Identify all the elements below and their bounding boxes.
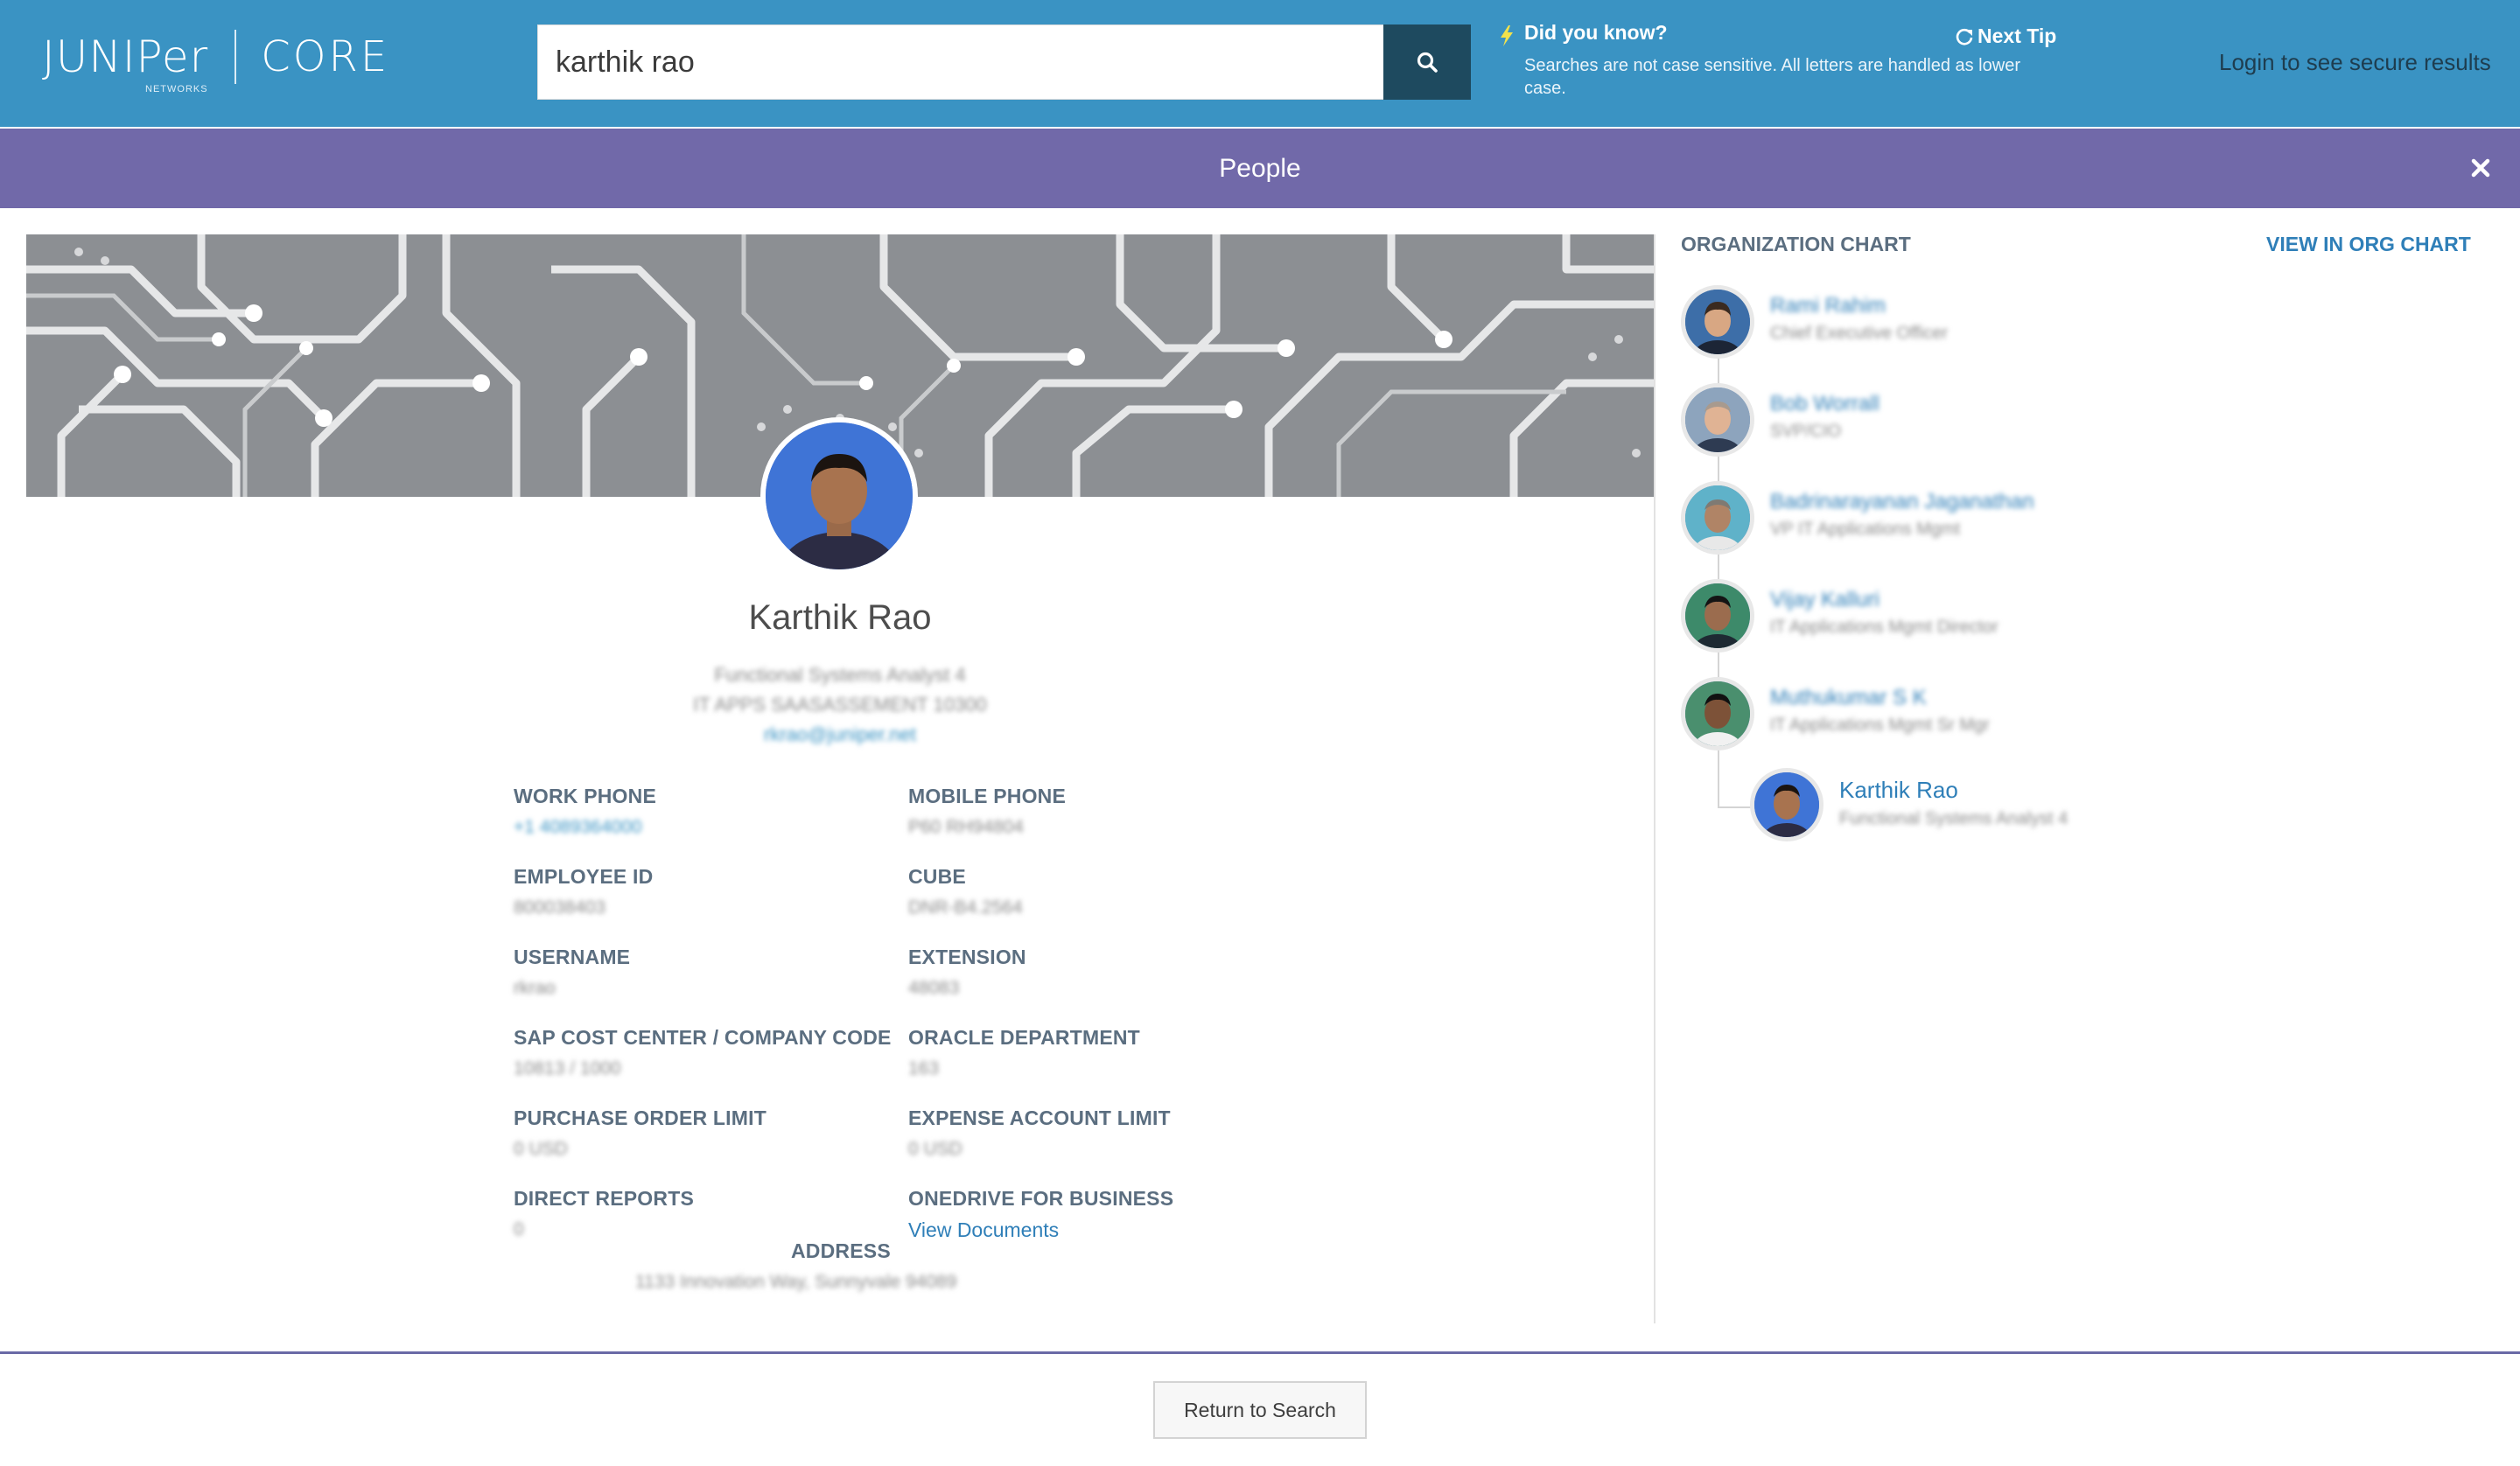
org-chart-person[interactable]: Vijay Kalluri IT Applications Mgmt Direc… bbox=[1681, 579, 1998, 653]
org-chart-person[interactable]: Bob Worrall SVP/CIO bbox=[1681, 383, 1880, 457]
address-value: 1133 Innovation Way, Sunnyvale 94089 bbox=[635, 1272, 957, 1292]
footer-divider bbox=[0, 1351, 2520, 1354]
avatar bbox=[1681, 285, 1754, 359]
search-icon bbox=[1417, 52, 1438, 73]
org-person-name[interactable]: Vijay Kalluri bbox=[1770, 588, 1998, 612]
org-chart-person[interactable]: Muthukumar S K IT Applications Mgmt Sr M… bbox=[1681, 677, 1990, 750]
direct-reports-label: DIRECT REPORTS bbox=[514, 1187, 694, 1210]
onedrive-label: ONEDRIVE FOR BUSINESS bbox=[908, 1187, 1174, 1210]
org-person-role: IT Applications Mgmt Sr Mgr bbox=[1770, 716, 1990, 735]
org-person-name[interactable]: Rami Rahim bbox=[1770, 294, 1948, 318]
search-input[interactable]: karthik rao bbox=[537, 24, 1384, 100]
extension-label: EXTENSION bbox=[908, 946, 1026, 968]
direct-reports-value: 0 bbox=[514, 1219, 524, 1239]
close-icon[interactable] bbox=[2468, 155, 2494, 181]
org-person-name[interactable]: Bob Worrall bbox=[1770, 392, 1880, 416]
sap-cost-center-label: SAP COST CENTER / COMPANY CODE bbox=[514, 1026, 892, 1049]
profile-name: Karthik Rao bbox=[748, 598, 932, 637]
job-title: Functional Systems Analyst 4 bbox=[714, 664, 966, 686]
cube-value: DNR-B4.2564 bbox=[908, 897, 1023, 918]
logo-divider bbox=[234, 30, 237, 84]
mobile-phone-value: P60 RH94804 bbox=[908, 817, 1024, 837]
po-limit-value: 0 USD bbox=[514, 1139, 568, 1159]
username-value: rkrao bbox=[514, 978, 556, 998]
next-tip-button[interactable]: Next Tip bbox=[1955, 24, 2056, 48]
profile-avatar bbox=[760, 417, 918, 575]
next-tip-label: Next Tip bbox=[1978, 24, 2057, 47]
core-logo-text: CORE bbox=[261, 32, 390, 81]
employee-id-label: EMPLOYEE ID bbox=[514, 865, 654, 888]
department: IT APPS SAASASSEMENT 10300 bbox=[693, 694, 987, 716]
address-label: ADDRESS bbox=[791, 1239, 891, 1262]
mobile-phone-label: MOBILE PHONE bbox=[908, 785, 1067, 807]
people-panel-header: People bbox=[0, 129, 2520, 208]
top-header: JUNIPer NETWORKS CORE karthik rao Did yo… bbox=[0, 0, 2520, 127]
org-person-role: VP IT Applications Mgmt bbox=[1770, 520, 1961, 539]
work-phone-value[interactable]: +1 4089364000 bbox=[514, 817, 642, 838]
expense-limit-label: EXPENSE ACCOUNT LIMIT bbox=[908, 1106, 1171, 1129]
tip-title: Did you know? bbox=[1524, 21, 1668, 44]
return-to-search-button[interactable]: Return to Search bbox=[1153, 1381, 1367, 1439]
work-phone-label: WORK PHONE bbox=[514, 785, 656, 807]
username-label: USERNAME bbox=[514, 946, 631, 968]
cube-label: CUBE bbox=[908, 865, 966, 888]
org-chart-title: ORGANIZATION CHART bbox=[1681, 233, 1911, 255]
org-chart-person[interactable]: Badrinarayanan Jaganathan VP IT Applicat… bbox=[1681, 481, 2034, 555]
view-in-org-chart-link[interactable]: VIEW IN ORG CHART bbox=[2266, 233, 2471, 256]
org-person-name[interactable]: Muthukumar S K bbox=[1770, 686, 1990, 710]
view-documents-link[interactable]: View Documents bbox=[908, 1218, 1059, 1242]
juniper-core-logo[interactable]: JUNIPer NETWORKS CORE bbox=[42, 26, 390, 94]
tip-text: Searches are not case sensitive. All let… bbox=[1524, 56, 2020, 98]
refresh-icon bbox=[1956, 28, 1973, 45]
search-button[interactable] bbox=[1383, 24, 1471, 100]
org-person-role: SVP/CIO bbox=[1770, 422, 1842, 441]
panel-title: People bbox=[1219, 153, 1301, 183]
juniper-logo-text: JUNIPer bbox=[42, 31, 209, 82]
expense-limit-value: 0 USD bbox=[908, 1139, 962, 1159]
email-link[interactable]: rkrao@juniper.net bbox=[0, 720, 1680, 750]
org-person-role: Functional Systems Analyst 4 bbox=[1839, 809, 2068, 828]
login-link[interactable]: Login to see secure results bbox=[2219, 49, 2491, 76]
org-person-name[interactable]: Karthik Rao bbox=[1839, 777, 2068, 804]
lightning-icon bbox=[1501, 25, 1513, 46]
org-chart-person[interactable]: Rami Rahim Chief Executive Officer bbox=[1681, 285, 1948, 359]
networks-text: NETWORKS bbox=[145, 84, 208, 94]
org-person-name[interactable]: Badrinarayanan Jaganathan bbox=[1770, 490, 2034, 514]
employee-id-value: 800038403 bbox=[514, 897, 606, 918]
avatar bbox=[1681, 481, 1754, 555]
org-person-role: IT Applications Mgmt Director bbox=[1770, 618, 1998, 637]
extension-value: 48083 bbox=[908, 978, 960, 998]
column-divider bbox=[1654, 234, 1656, 1323]
profile-subtitle: Functional Systems Analyst 4 IT APPS SAA… bbox=[0, 660, 1680, 750]
oracle-department-value: 163 bbox=[908, 1058, 940, 1079]
avatar bbox=[1681, 579, 1754, 653]
oracle-department-label: ORACLE DEPARTMENT bbox=[908, 1026, 1140, 1049]
org-person-role: Chief Executive Officer bbox=[1770, 324, 1949, 343]
org-connector-line bbox=[1718, 752, 1719, 806]
avatar bbox=[1681, 383, 1754, 457]
po-limit-label: PURCHASE ORDER LIMIT bbox=[514, 1106, 766, 1129]
sap-cost-center-value: 10813 / 1000 bbox=[514, 1058, 621, 1079]
org-chart-person-current[interactable]: Karthik Rao Functional Systems Analyst 4 bbox=[1750, 768, 2068, 841]
avatar bbox=[1750, 768, 1824, 841]
avatar bbox=[1681, 677, 1754, 750]
person-photo bbox=[766, 422, 913, 569]
